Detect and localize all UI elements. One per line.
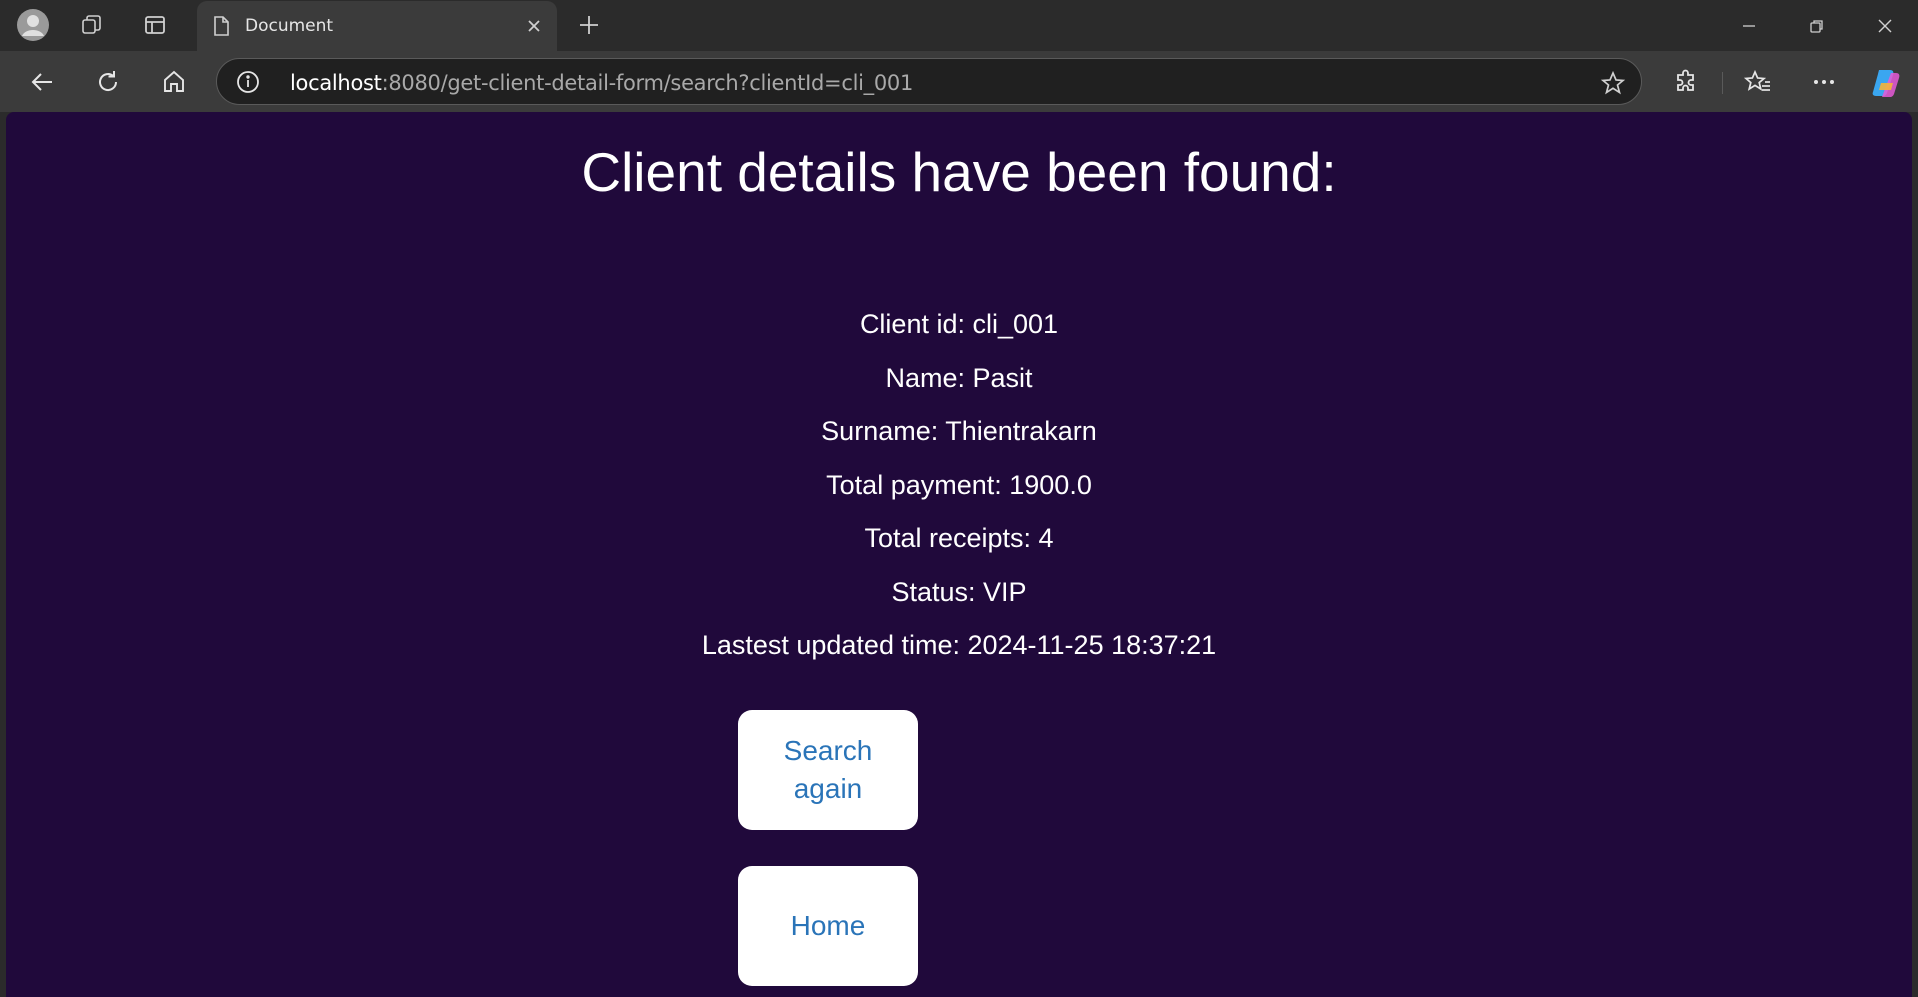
workspaces-icon[interactable] [73, 7, 111, 43]
url-path: :8080/get-client-detail-form/search?clie… [381, 71, 914, 95]
active-tab[interactable]: Document [197, 1, 557, 51]
page-content: Client details have been found: Client i… [6, 112, 1912, 997]
last-updated-time: Lastest updated time: 2024-11-25 18:37:2… [701, 630, 1217, 660]
total-payment: Total payment: 1900.0 [826, 469, 1092, 500]
navigation-toolbar: localhost:8080/get-client-detail-form/se… [0, 51, 1918, 112]
page-title: Client details have been found: [581, 141, 1337, 203]
client-details: Client id: cli_001 Name: Pasit Surname: … [6, 298, 1912, 673]
minimize-icon[interactable] [1715, 0, 1783, 51]
restore-icon[interactable] [1783, 0, 1851, 51]
favorites-icon[interactable] [1738, 62, 1778, 102]
address-bar[interactable]: localhost:8080/get-client-detail-form/se… [216, 58, 1642, 105]
tab-title: Document [245, 16, 334, 36]
url-text[interactable]: localhost:8080/get-client-detail-form/se… [290, 71, 913, 95]
back-arrow-icon[interactable] [22, 62, 62, 102]
home-button[interactable]: Home [738, 866, 918, 986]
document-icon [209, 14, 233, 38]
info-icon[interactable] [235, 69, 261, 95]
search-again-button[interactable]: Search again [738, 710, 918, 830]
profile-icon[interactable] [14, 7, 52, 43]
close-window-icon[interactable] [1851, 0, 1918, 51]
total-receipts: Total receipts: 4 [864, 523, 1054, 553]
copilot-icon[interactable] [1866, 62, 1906, 102]
client-name: Name: Pasit [885, 362, 1033, 393]
close-tab-icon[interactable] [521, 13, 547, 39]
client-status: Status: VIP [891, 576, 1027, 607]
plus-icon[interactable] [570, 7, 608, 43]
refresh-icon[interactable] [88, 62, 128, 102]
puzzle-icon[interactable] [1666, 62, 1706, 102]
star-icon[interactable] [1599, 69, 1627, 97]
more-icon[interactable] [1804, 62, 1844, 102]
client-id: Client id: cli_001 [859, 309, 1059, 339]
tab-actions-icon[interactable] [136, 7, 174, 43]
client-surname: Surname: Thientrakarn [821, 416, 1097, 446]
toolbar-divider [1722, 72, 1723, 94]
url-host: localhost [290, 71, 382, 95]
home-icon[interactable] [154, 62, 194, 102]
tab-strip: Document [0, 0, 1918, 51]
